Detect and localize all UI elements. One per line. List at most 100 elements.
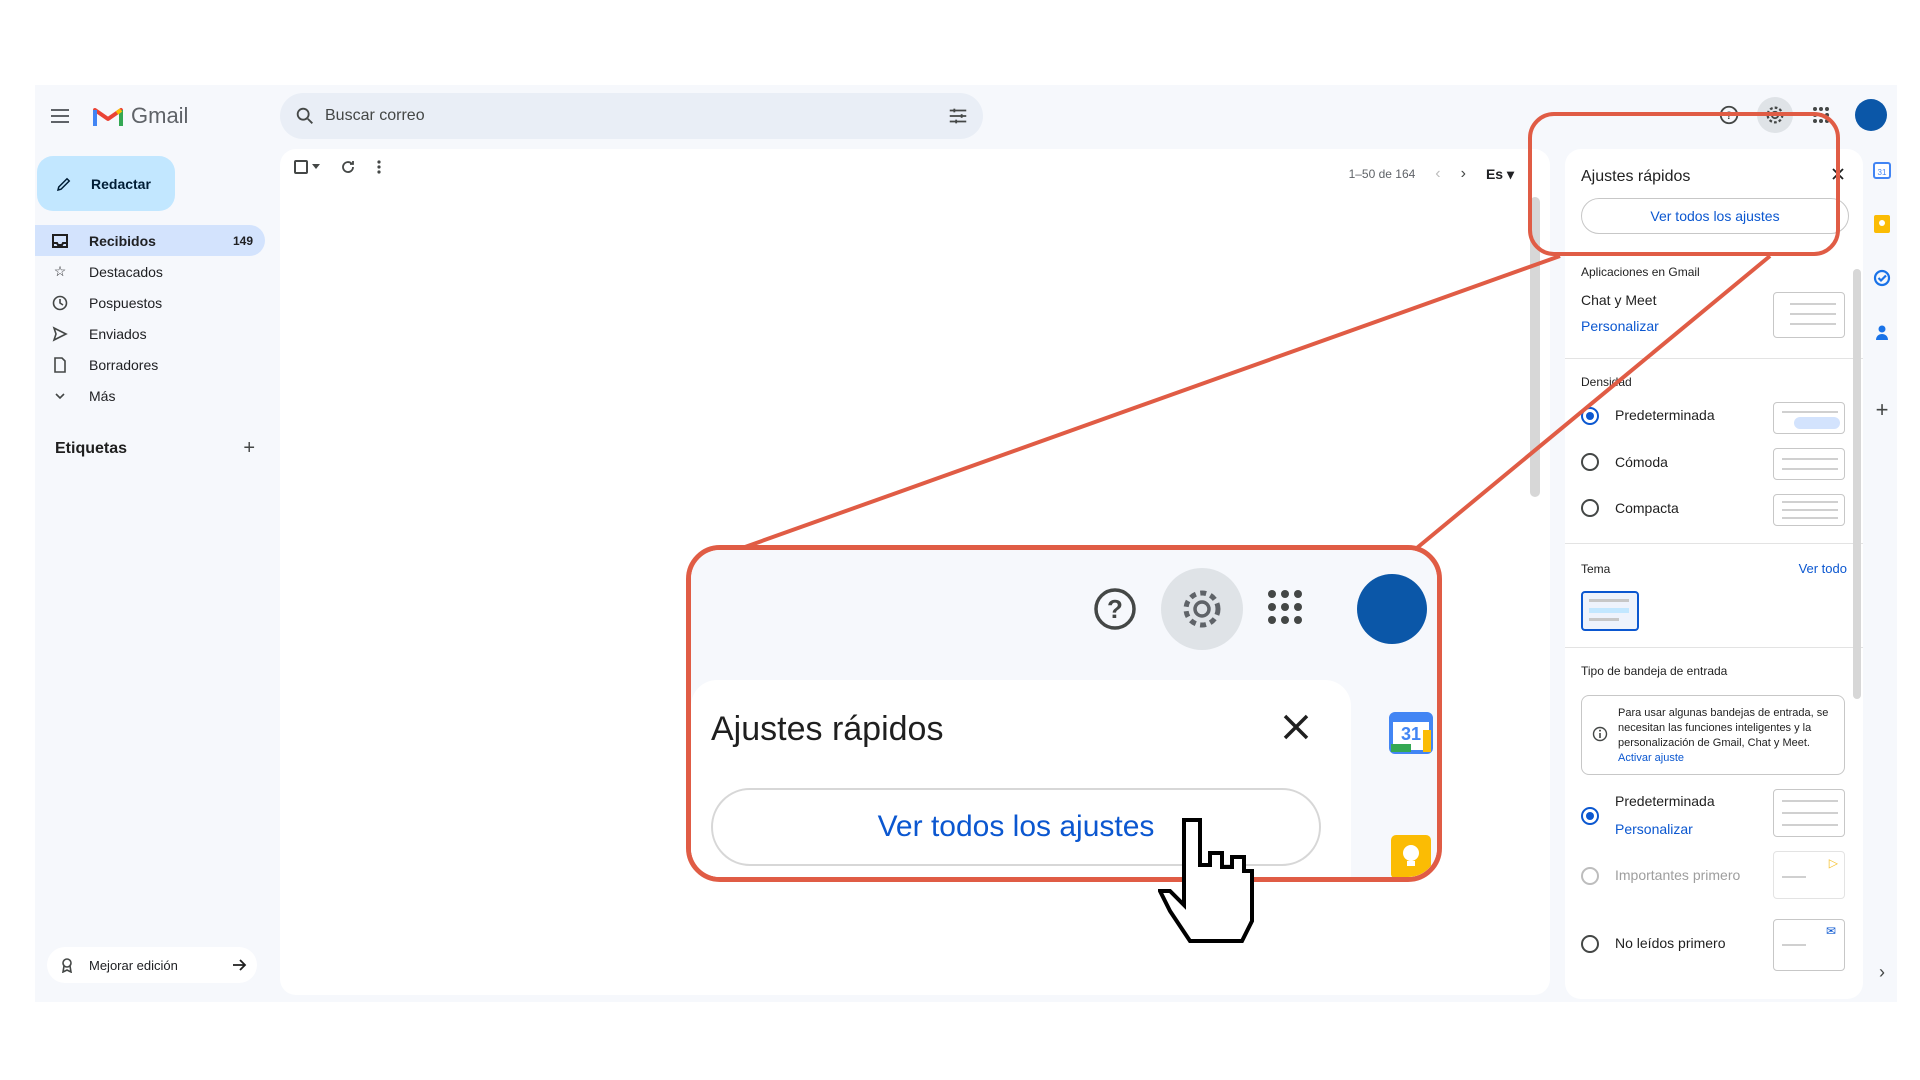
draft-icon	[51, 356, 69, 374]
inbox-unread-preview: ✉	[1773, 919, 1845, 971]
gear-icon[interactable]	[1161, 568, 1243, 650]
customize-apps-link[interactable]: Personalizar	[1581, 318, 1659, 334]
inbox-unread-first-label: No leídos primero	[1615, 935, 1726, 951]
apps-grid-icon[interactable]	[1265, 587, 1305, 632]
density-compact-label: Compacta	[1615, 500, 1679, 516]
close-icon[interactable]	[1281, 712, 1311, 742]
keep-icon[interactable]	[1871, 213, 1893, 235]
density-compact-radio[interactable]	[1581, 499, 1599, 517]
upgrade-label: Mejorar edición	[89, 957, 178, 973]
see-all-settings-button[interactable]: Ver todos los ajustes	[1581, 198, 1849, 234]
ribbon-icon	[62, 958, 72, 973]
keep-icon[interactable]	[1389, 835, 1433, 877]
help-icon[interactable]: ?	[1091, 585, 1139, 633]
inbox-important-first-radio[interactable]	[1581, 867, 1599, 885]
gear-icon[interactable]	[1757, 97, 1793, 133]
sidebar-item-snoozed[interactable]: Pospuestos	[35, 287, 265, 318]
refresh-icon[interactable]	[340, 159, 356, 175]
inbox-default-label: Predeterminada	[1615, 793, 1715, 809]
account-tools: ?	[1711, 97, 1887, 133]
calendar-icon[interactable]: 31	[1871, 159, 1893, 181]
enable-setting-link[interactable]: Activar ajuste	[1618, 752, 1684, 764]
theme-view-all-link[interactable]: Ver todo	[1799, 561, 1847, 576]
search-options-icon[interactable]	[947, 105, 969, 127]
density-default-label: Predeterminada	[1615, 407, 1715, 423]
add-label-icon[interactable]: +	[243, 437, 255, 460]
pagination: 1–50 de 164 ‹ › Es ▾	[1349, 165, 1514, 183]
density-comfortable-radio[interactable]	[1581, 453, 1599, 471]
search-input[interactable]	[325, 103, 905, 129]
divider	[1565, 543, 1863, 544]
add-addon-icon[interactable]: +	[1871, 397, 1893, 422]
avatar[interactable]	[1357, 574, 1427, 644]
chevron-right-icon[interactable]: ›	[1461, 165, 1466, 183]
density-section-title: Densidad	[1581, 375, 1632, 389]
inbox-important-first-label: Importantes primero	[1615, 867, 1741, 883]
quick-settings-panel: Ajustes rápidos Ver todos los ajustes Ap…	[1565, 149, 1863, 999]
chevron-right-icon[interactable]: ›	[1871, 961, 1893, 983]
calendar-day: 31	[1400, 724, 1422, 744]
svg-text:31: 31	[1878, 168, 1887, 177]
mail-scrollbar[interactable]	[1530, 197, 1540, 497]
search-bar	[280, 93, 983, 139]
chevron-left-icon[interactable]: ‹	[1435, 165, 1440, 183]
inbox-info-text: Para usar algunas bandejas de entrada, s…	[1618, 706, 1840, 766]
sidebar-item-sent[interactable]: Enviados	[35, 318, 265, 349]
sidebar-nav: Recibidos 149 ☆ Destacados Pospuestos En…	[35, 225, 265, 411]
sidebar-item-label: Más	[89, 387, 116, 404]
inbox-default-radio[interactable]	[1581, 807, 1599, 825]
chat-meet-label: Chat y Meet	[1581, 292, 1657, 308]
quick-settings-title: Ajustes rápidos	[1581, 168, 1691, 185]
density-default-radio[interactable]	[1581, 407, 1599, 425]
close-icon[interactable]	[1831, 167, 1845, 181]
zoom-account-tools: ?	[1091, 568, 1427, 650]
inbox-info-box: Para usar algunas bandejas de entrada, s…	[1581, 695, 1845, 775]
inbox-type-section-title: Tipo de bandeja de entrada	[1581, 664, 1728, 678]
more-vert-icon[interactable]	[376, 159, 382, 175]
sidebar-item-drafts[interactable]: Borradores	[35, 349, 265, 380]
info-icon	[1592, 726, 1608, 742]
gmail-logo[interactable]: Gmail	[93, 103, 188, 129]
contacts-icon[interactable]	[1871, 321, 1893, 343]
calendar-icon[interactable]: 31	[1389, 710, 1433, 754]
density-comfortable-label: Cómoda	[1615, 454, 1668, 470]
main-menu-button[interactable]	[49, 105, 71, 127]
language-label: Es	[1485, 165, 1504, 182]
sidebar-item-label: Destacados	[89, 263, 163, 280]
sidebar-item-label: Enviados	[89, 325, 147, 342]
sidebar-item-more[interactable]: Más	[35, 380, 265, 411]
compose-button[interactable]: Redactar	[37, 156, 175, 211]
apps-section-title: Aplicaciones en Gmail	[1581, 265, 1700, 279]
sidebar-item-starred[interactable]: ☆ Destacados	[35, 256, 265, 287]
arrow-right-icon	[233, 959, 247, 971]
labels-title: Etiquetas	[55, 439, 128, 457]
star-icon: ☆	[53, 263, 67, 279]
select-all-checkbox[interactable]	[294, 160, 320, 174]
apps-grid-icon[interactable]	[1803, 97, 1839, 133]
svg-text:?: ?	[1107, 594, 1123, 624]
density-comfortable-preview	[1773, 448, 1845, 480]
zoom-quick-settings-title: Ajustes rápidos	[711, 710, 944, 748]
quick-settings-scrollbar[interactable]	[1853, 269, 1861, 699]
sidebar-item-label: Recibidos	[89, 232, 156, 249]
pointer-hand-icon	[1158, 818, 1254, 943]
inbox-important-preview: ▷	[1773, 851, 1845, 899]
input-tools-button[interactable]: Es ▾	[1486, 166, 1514, 183]
chevron-down-icon	[51, 387, 69, 405]
inbox-customize-link[interactable]: Personalizar	[1615, 821, 1693, 837]
labels-header: Etiquetas +	[55, 437, 255, 460]
pagination-count: 1–50 de 164	[1348, 167, 1416, 181]
help-icon[interactable]: ?	[1711, 97, 1747, 133]
theme-thumbnail[interactable]	[1581, 591, 1639, 631]
theme-section-title: Tema	[1581, 562, 1611, 576]
upgrade-button[interactable]: Mejorar edición	[47, 947, 257, 983]
search-icon[interactable]	[294, 105, 316, 127]
clock-icon	[51, 294, 69, 312]
tasks-icon[interactable]	[1871, 267, 1893, 289]
sidebar-item-inbox[interactable]: Recibidos 149	[35, 225, 265, 256]
divider	[1565, 358, 1863, 359]
app-name: Gmail	[131, 103, 189, 128]
avatar[interactable]	[1855, 99, 1887, 131]
inbox-unread-first-radio[interactable]	[1581, 935, 1599, 953]
sidebar-item-label: Borradores	[89, 356, 159, 373]
